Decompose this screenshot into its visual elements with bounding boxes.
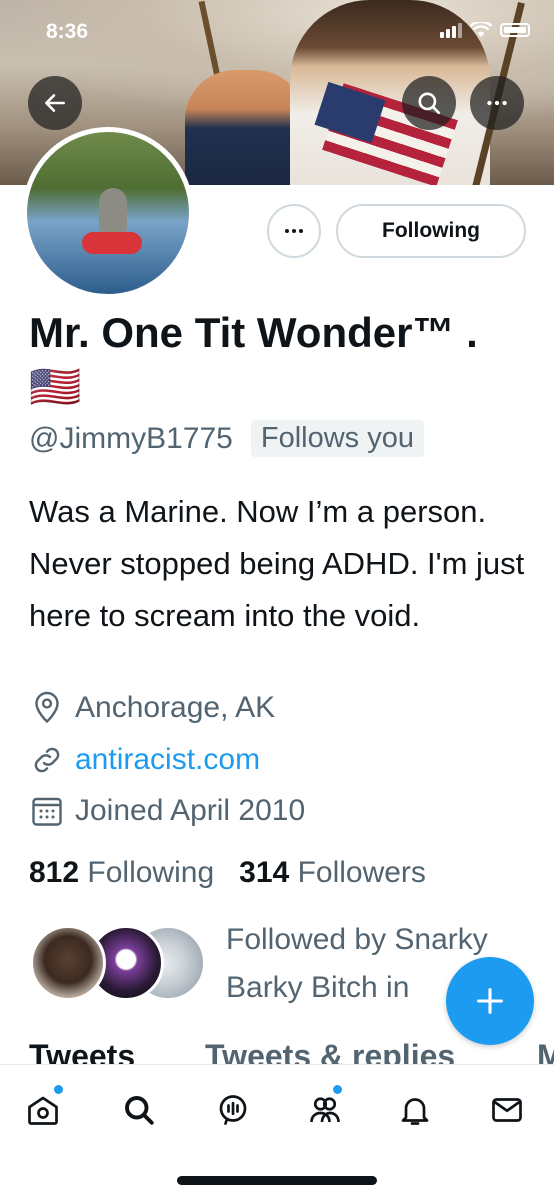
- follow-counts: 812 Following 314 Followers: [29, 856, 426, 890]
- joined-text: Joined April 2010: [75, 794, 306, 827]
- spaces-icon: [219, 1095, 247, 1125]
- search-icon: [125, 1096, 154, 1125]
- calendar-icon: [32, 797, 62, 826]
- status-icons: [440, 22, 530, 38]
- follows-you-badge: Follows you: [250, 420, 424, 457]
- website-row: antiracist.com: [29, 742, 260, 778]
- location-pin-icon: [35, 691, 59, 724]
- home-icon: [28, 1096, 58, 1125]
- back-button[interactable]: [28, 76, 82, 130]
- tab-tweets-replies[interactable]: Tweets & replies: [205, 1038, 455, 1064]
- search-button[interactable]: [402, 76, 456, 130]
- search-icon: [418, 92, 441, 115]
- handle-row: @JimmyB1775 Follows you: [29, 420, 424, 457]
- notification-dot: [54, 1085, 63, 1094]
- profile-bio: Was a Marine. Now I’m a person. Never st…: [29, 494, 525, 633]
- more-button[interactable]: [470, 76, 524, 130]
- profile-handle: @JimmyB1775: [29, 421, 233, 455]
- tab-messages[interactable]: [484, 1087, 530, 1133]
- mutual-followers-avatars[interactable]: [30, 925, 210, 1005]
- following-label: Following: [87, 856, 215, 889]
- followers-count: 314: [239, 856, 290, 889]
- notifications-icon: [401, 1098, 429, 1125]
- website-link[interactable]: antiracist.com: [75, 743, 260, 777]
- followers-label: Followers: [297, 856, 426, 889]
- notification-dot: [333, 1085, 342, 1094]
- tab-notifications[interactable]: [392, 1087, 438, 1133]
- tab-search[interactable]: [116, 1087, 162, 1133]
- more-horizontal-icon: [285, 229, 303, 233]
- status-time: 8:36: [46, 20, 89, 43]
- signal-icon: [440, 22, 462, 38]
- arrow-left-icon: [45, 94, 65, 112]
- tab-home[interactable]: [20, 1085, 66, 1133]
- home-indicator: [177, 1176, 377, 1185]
- following-link[interactable]: 812 Following: [29, 856, 214, 889]
- tab-communities[interactable]: [302, 1085, 348, 1133]
- following-count: 812: [29, 856, 80, 889]
- followers-link[interactable]: 314 Followers: [239, 856, 426, 889]
- location-text: Anchorage, AK: [75, 691, 276, 724]
- location-row: Anchorage, AK: [29, 690, 275, 726]
- battery-icon: [500, 23, 530, 37]
- mutual-avatar: [30, 925, 106, 1001]
- profile-more-button[interactable]: [267, 204, 321, 258]
- plus-icon: [477, 988, 503, 1014]
- joined-row: Joined April 2010: [29, 793, 305, 829]
- compose-tweet-button[interactable]: [446, 957, 534, 1045]
- profile-name: Mr. One Tit Wonder™ . 🇺🇸: [29, 309, 478, 410]
- avatar[interactable]: [22, 127, 194, 299]
- tab-tweets[interactable]: Tweets: [29, 1038, 135, 1064]
- more-horizontal-icon: [487, 100, 507, 106]
- following-button[interactable]: Following: [336, 204, 526, 258]
- link-icon: [34, 747, 60, 773]
- tab-spaces[interactable]: [210, 1087, 256, 1133]
- messages-icon: [492, 1098, 522, 1122]
- communities-icon: [310, 1097, 340, 1123]
- tab-media[interactable]: M: [537, 1038, 554, 1064]
- wifi-icon: [470, 22, 492, 37]
